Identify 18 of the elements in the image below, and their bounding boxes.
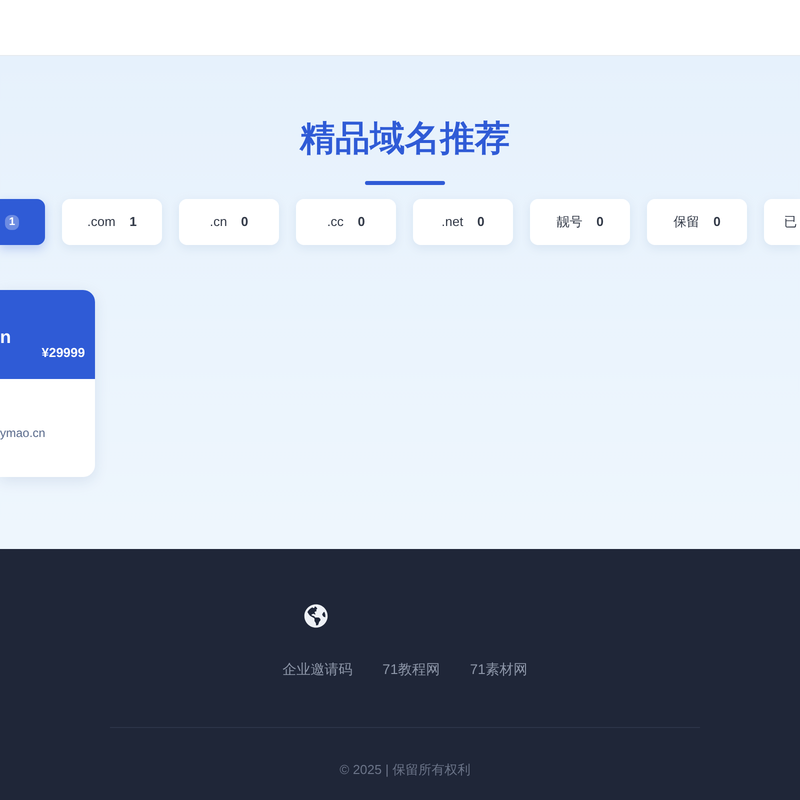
domain-url: ymao.cn [0,426,46,440]
footer-link[interactable]: 71素材网 [470,659,528,679]
filter-tab[interactable]: 保留 0 [647,199,747,245]
filter-tab[interactable]: .cc 0 [296,199,396,245]
filter-tab[interactable]: 已 [764,199,800,245]
domain-card[interactable]: n ¥29999 ymao.cn [0,290,95,477]
filter-tab[interactable]: 靓号 0 [530,199,630,245]
filter-tab[interactable]: .cn 0 [179,199,279,245]
count-badge: 1 [5,214,20,230]
price-text: ¥29999 [42,345,85,361]
filter-tab[interactable]: .net 0 [413,199,513,245]
filter-tab[interactable]: .com 1 [62,199,162,245]
copyright-text: © 2025 | 保留所有权利 [340,762,470,778]
footer-link[interactable]: 71教程网 [382,659,440,679]
globe-icon [304,604,328,628]
domain-name: n [0,326,11,349]
footer-link[interactable]: 企业邀请码 [282,659,352,679]
section-title: 精品域名推荐 [300,119,510,159]
